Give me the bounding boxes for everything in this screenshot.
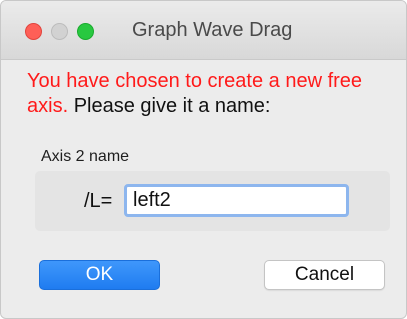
close-window-button[interactable] (25, 23, 42, 40)
window-title: Graph Wave Drag (132, 19, 293, 41)
instruction-text: Please give it a name: (73, 95, 271, 117)
zoom-window-button[interactable] (77, 23, 94, 40)
dialog-message: You have chosen to create a new free axi… (27, 69, 397, 119)
axis-name-input[interactable] (124, 184, 349, 217)
ok-button[interactable]: OK (39, 260, 160, 290)
title-bar[interactable]: Graph Wave Drag (1, 1, 406, 60)
dialog-window: Graph Wave Drag You have chosen to creat… (0, 0, 407, 319)
cancel-button[interactable]: Cancel (264, 260, 385, 290)
axis-prefix-label: /L= (84, 190, 113, 212)
minimize-window-button[interactable] (51, 23, 68, 40)
axis-name-group-label: Axis 2 name (41, 148, 130, 165)
